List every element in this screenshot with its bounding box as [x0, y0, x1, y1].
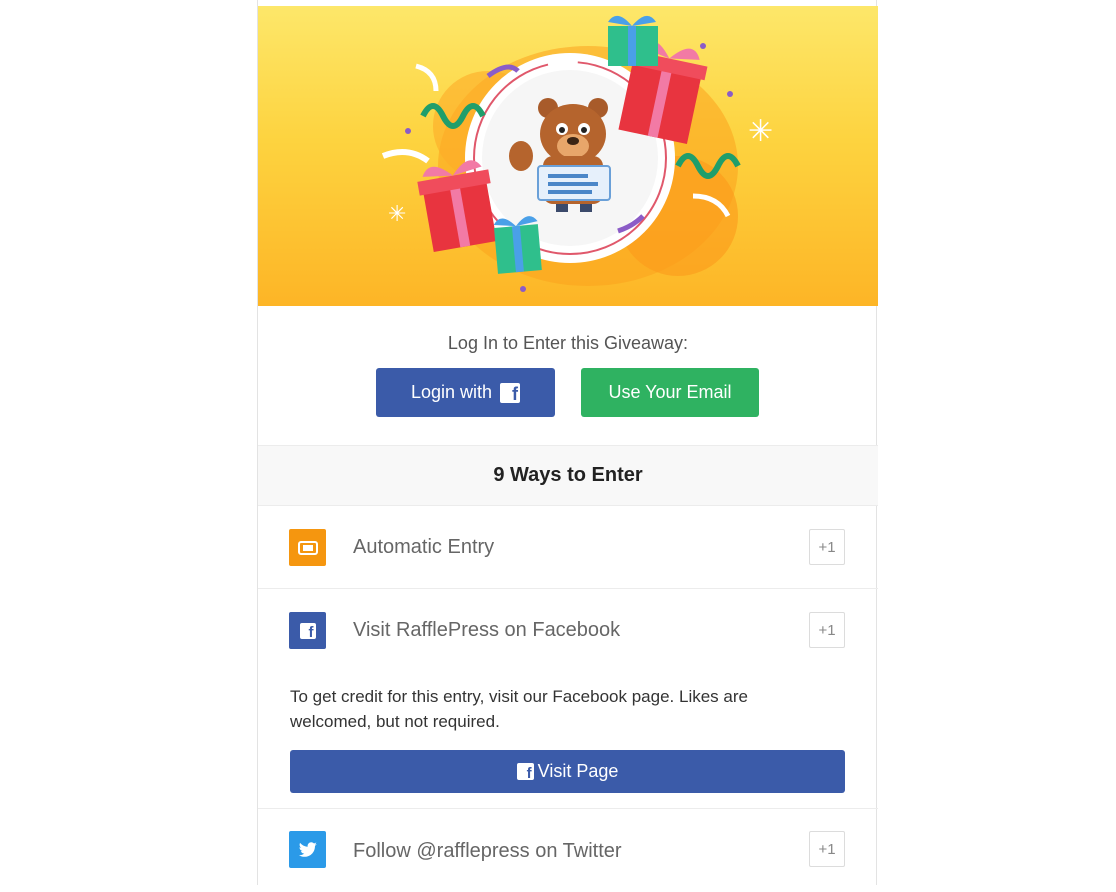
entry-points-badge: +1 — [809, 529, 845, 565]
ticket-icon — [289, 529, 326, 566]
use-your-email-button[interactable]: Use Your Email — [581, 368, 759, 417]
entry-automatic[interactable]: Automatic Entry +1 — [258, 506, 878, 589]
visit-page-label: Visit Page — [537, 761, 619, 781]
facebook-icon: f — [289, 612, 326, 649]
svg-text:✳: ✳ — [388, 201, 406, 226]
facebook-icon: f — [516, 763, 534, 782]
twitter-icon — [289, 831, 326, 868]
giveaway-hero-image: ✳ ✳ — [258, 6, 878, 306]
entry-label: Automatic Entry — [353, 536, 495, 558]
entry-description: To get credit for this entry, visit our … — [290, 687, 748, 731]
login-with-facebook-label: Login with — [410, 382, 493, 402]
entry-label: Visit RafflePress on Facebook — [353, 619, 621, 641]
entry-points-badge: +1 — [809, 612, 845, 648]
facebook-icon: f — [500, 382, 521, 404]
entry-label: Follow @rafflepress on Twitter — [353, 840, 622, 862]
ways-to-enter-header: 9 Ways to Enter — [258, 445, 878, 506]
login-with-facebook-button[interactable]: Login with f — [376, 368, 555, 417]
entry-points-badge: +1 — [809, 831, 845, 867]
visit-page-button[interactable]: f Visit Page — [290, 750, 845, 793]
giveaway-widget: ✳ ✳ Log In to Enter this Giveaway: Login… — [257, 0, 878, 885]
entry-follow-twitter[interactable]: Follow @rafflepress on Twitter +1 — [258, 809, 878, 892]
svg-text:✳: ✳ — [748, 115, 773, 148]
login-title: Log In to Enter this Giveaway: — [447, 333, 689, 353]
login-section: Log In to Enter this Giveaway: Login wit… — [258, 306, 878, 445]
